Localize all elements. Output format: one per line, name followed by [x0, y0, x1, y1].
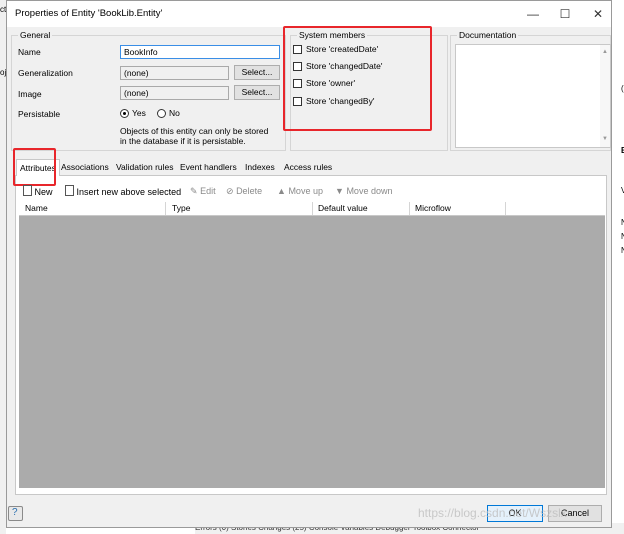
edit-label: Edit: [200, 186, 216, 196]
generalization-field: (none): [120, 66, 229, 80]
insert-icon: [65, 185, 74, 196]
edit-button[interactable]: ✎ Edit: [190, 185, 216, 197]
pencil-icon: ✎: [190, 186, 198, 196]
delete-icon: ⊘: [226, 186, 234, 196]
column-header-default-value[interactable]: Default value: [318, 203, 368, 213]
insert-above-button[interactable]: Insert new above selected: [65, 185, 181, 198]
column-header-name[interactable]: Name: [25, 203, 48, 213]
general-group-label: General: [18, 30, 53, 40]
image-field: (none): [120, 86, 229, 100]
maximize-button[interactable]: ☐: [551, 5, 579, 23]
background-app-right: ( E V N N N: [612, 0, 624, 534]
column-header-type[interactable]: Type: [172, 203, 190, 213]
persistable-note-line2: in the database if it is persistable.: [120, 136, 246, 146]
name-label: Name: [18, 47, 41, 57]
tab-validation-rules[interactable]: Validation rules: [113, 159, 177, 175]
bg-fragment: (: [621, 84, 624, 93]
persistable-label: Persistable: [18, 109, 61, 119]
title-bar: Properties of Entity 'BookLib.Entity' — …: [7, 1, 611, 27]
tab-indexes[interactable]: Indexes: [242, 159, 278, 175]
name-field[interactable]: BookInfo: [120, 45, 280, 59]
new-attribute-button[interactable]: New: [23, 185, 53, 198]
column-separator: [409, 202, 410, 215]
column-separator: [312, 202, 313, 215]
tab-event-handlers[interactable]: Event handlers: [177, 159, 240, 175]
generalization-select-button[interactable]: Select...: [234, 65, 280, 80]
persistable-note-line1: Objects of this entity can only be store…: [120, 126, 269, 136]
system-members-highlight: [283, 26, 432, 131]
image-label: Image: [18, 89, 42, 99]
scroll-up-icon[interactable]: ▲: [602, 49, 608, 55]
new-icon: [23, 185, 32, 196]
persistable-no-radio[interactable]: [157, 109, 166, 118]
delete-button[interactable]: ⊘ Delete: [226, 185, 262, 197]
image-select-button[interactable]: Select...: [234, 85, 280, 100]
scroll-down-icon[interactable]: ▼: [602, 136, 608, 142]
column-header-microflow[interactable]: Microflow: [415, 203, 451, 213]
minimize-button[interactable]: —: [519, 5, 547, 23]
column-separator: [165, 202, 166, 215]
close-button[interactable]: ✕: [584, 5, 612, 23]
help-button[interactable]: ?: [8, 506, 23, 521]
insert-label: Insert new above selected: [76, 187, 182, 197]
arrow-up-icon: ▲: [277, 186, 286, 196]
persistable-yes-label: Yes: [132, 108, 146, 118]
delete-label: Delete: [236, 186, 263, 196]
tab-associations[interactable]: Associations: [58, 159, 112, 175]
persistable-yes-radio[interactable]: [120, 109, 129, 118]
tab-access-rules[interactable]: Access rules: [281, 159, 335, 175]
column-separator: [505, 202, 506, 215]
documentation-group-label: Documentation: [457, 30, 519, 40]
move-up-label: Move up: [288, 186, 323, 196]
documentation-textarea[interactable]: ▲ ▼: [455, 44, 611, 148]
move-up-button[interactable]: ▲ Move up: [277, 185, 323, 197]
attributes-tab-highlight: [13, 148, 56, 186]
arrow-down-icon: ▼: [335, 186, 344, 196]
watermark: https://blog.csdn.net/Wszslx: [418, 506, 567, 520]
documentation-scrollbar[interactable]: ▲ ▼: [600, 45, 610, 147]
move-down-button[interactable]: ▼ Move down: [335, 185, 392, 197]
move-down-label: Move down: [346, 186, 393, 196]
window-title: Properties of Entity 'BookLib.Entity': [15, 8, 163, 19]
attributes-grid[interactable]: Name Type Default value Microflow: [19, 202, 605, 488]
new-label: New: [34, 187, 53, 197]
help-icon: ?: [12, 507, 18, 518]
grid-header: Name Type Default value Microflow: [19, 202, 605, 216]
generalization-label: Generalization: [18, 68, 73, 78]
persistable-no-label: No: [169, 108, 180, 118]
